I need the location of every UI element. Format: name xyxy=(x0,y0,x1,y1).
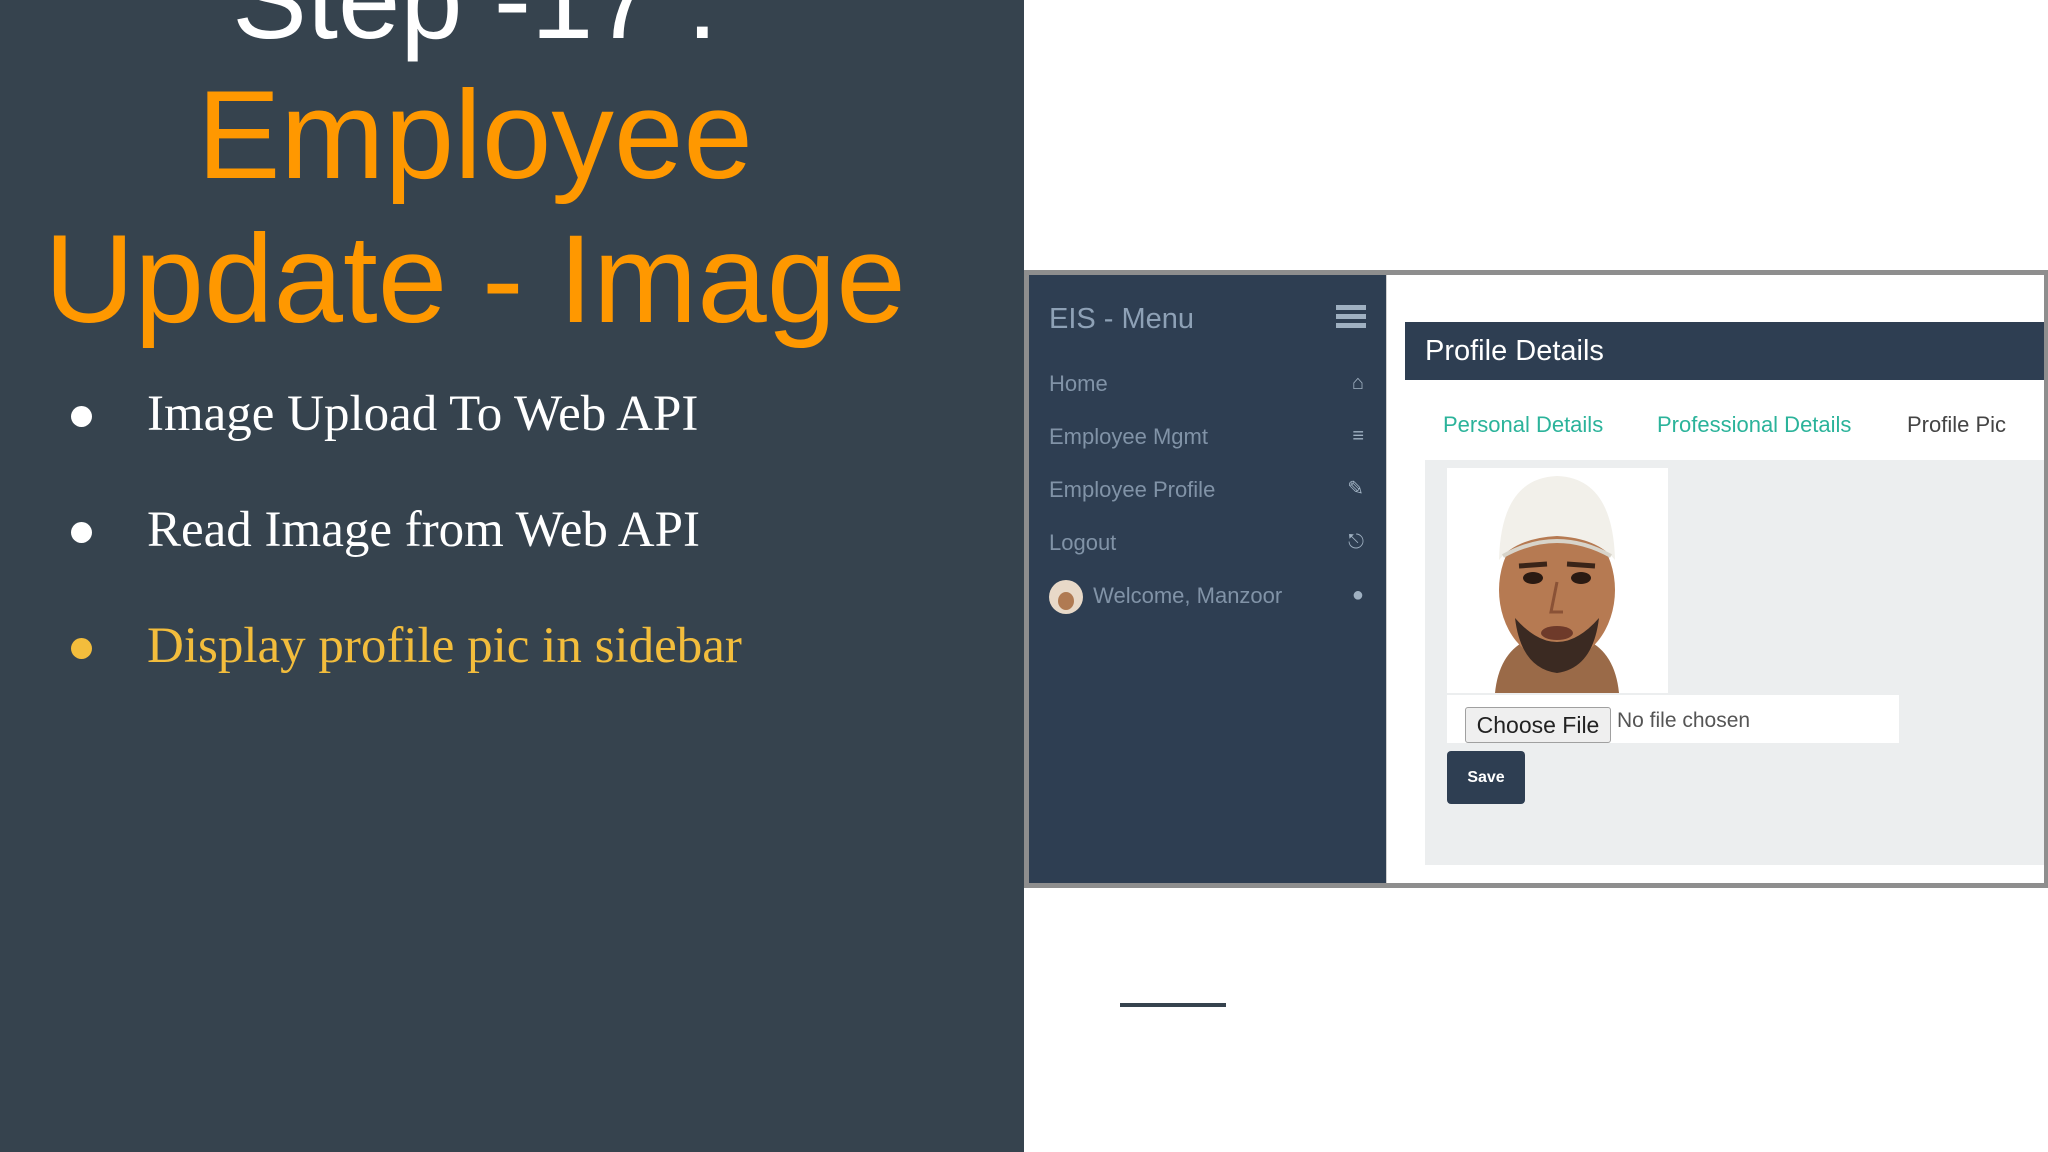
slide-title-step: Step -17 : xyxy=(0,0,950,60)
main-content: Profile Details Personal Details Profess… xyxy=(1386,275,2044,883)
logout-icon: ⎋ xyxy=(1348,531,1364,553)
bullet-text: Image Upload To Web API xyxy=(147,386,699,442)
sidebar-item-logout[interactable]: Logout ⎋ xyxy=(1049,516,1364,569)
bullet-text: Display profile pic in sidebar xyxy=(147,618,742,674)
sidebar-title: EIS - Menu xyxy=(1049,303,1195,335)
bullet-list: Image Upload To Web API Read Image from … xyxy=(66,372,742,720)
choose-file-button[interactable]: Choose File xyxy=(1465,707,1611,743)
bullet-dot-icon xyxy=(71,406,92,427)
bullet-text: Read Image from Web API xyxy=(147,502,700,558)
tab-profile-pic[interactable]: Profile Pic xyxy=(1907,412,2006,438)
pencil-icon: ✎ xyxy=(1347,478,1364,500)
sidebar-nav: Home ⌂ Employee Mgmt ≡ Employee Profile … xyxy=(1049,357,1364,622)
profile-photo xyxy=(1447,468,1668,693)
avatar xyxy=(1049,580,1083,615)
bullet-item: Image Upload To Web API xyxy=(66,372,742,488)
decorative-divider xyxy=(1120,1003,1226,1007)
content-gutter xyxy=(1386,275,1405,883)
home-icon: ⌂ xyxy=(1351,372,1364,394)
sidebar-item-home[interactable]: Home ⌂ xyxy=(1049,357,1364,410)
file-upload-field: Choose File No file chosen xyxy=(1447,695,1899,743)
slide-title-line-1: Employee xyxy=(197,66,753,205)
sidebar-item-employee-mgmt[interactable]: Employee Mgmt ≡ xyxy=(1049,410,1364,463)
sidebar-header: EIS - Menu xyxy=(1049,299,1366,339)
tab-bar: Personal Details Professional Details Pr… xyxy=(1405,380,2044,460)
tab-body: Choose File No file chosen Save xyxy=(1425,460,2044,865)
sidebar-item-label: Employee Mgmt xyxy=(1049,424,1208,449)
list-icon: ≡ xyxy=(1352,425,1364,447)
sidebar-item-welcome[interactable]: Welcome, Manzoor ● xyxy=(1049,569,1364,622)
sidebar-item-label: Employee Profile xyxy=(1049,477,1216,502)
sidebar: EIS - Menu Home ⌂ Employee Mgmt ≡ Employ… xyxy=(1029,275,1386,883)
file-status-text: No file chosen xyxy=(1617,709,1751,732)
bullet-dot-icon xyxy=(71,638,92,659)
bullet-item-highlighted: Display profile pic in sidebar xyxy=(66,604,742,720)
slide-title-line-2: Update - Image xyxy=(44,210,906,349)
sidebar-item-label: Logout xyxy=(1049,530,1117,555)
app-screenshot: EIS - Menu Home ⌂ Employee Mgmt ≡ Employ… xyxy=(1024,270,2048,888)
tab-personal-details[interactable]: Personal Details xyxy=(1443,412,1603,438)
panel-title: Profile Details xyxy=(1405,322,2044,380)
slide-left-panel: Step -17 : Employee Update - Image Image… xyxy=(0,0,1024,1152)
save-button[interactable]: Save xyxy=(1447,751,1525,804)
hamburger-menu-icon[interactable] xyxy=(1336,305,1366,332)
tabs-area: Personal Details Professional Details Pr… xyxy=(1405,380,2044,883)
tab-professional-details[interactable]: Professional Details xyxy=(1657,412,1851,438)
bullet-item: Read Image from Web API xyxy=(66,488,742,604)
bullet-dot-icon xyxy=(71,522,92,543)
sidebar-item-label: Home xyxy=(1049,371,1108,396)
sidebar-item-label: Welcome, Manzoor xyxy=(1093,583,1283,608)
user-icon: ● xyxy=(1351,584,1364,606)
profile-photo-image xyxy=(1447,468,1668,693)
sidebar-item-employee-profile[interactable]: Employee Profile ✎ xyxy=(1049,463,1364,516)
